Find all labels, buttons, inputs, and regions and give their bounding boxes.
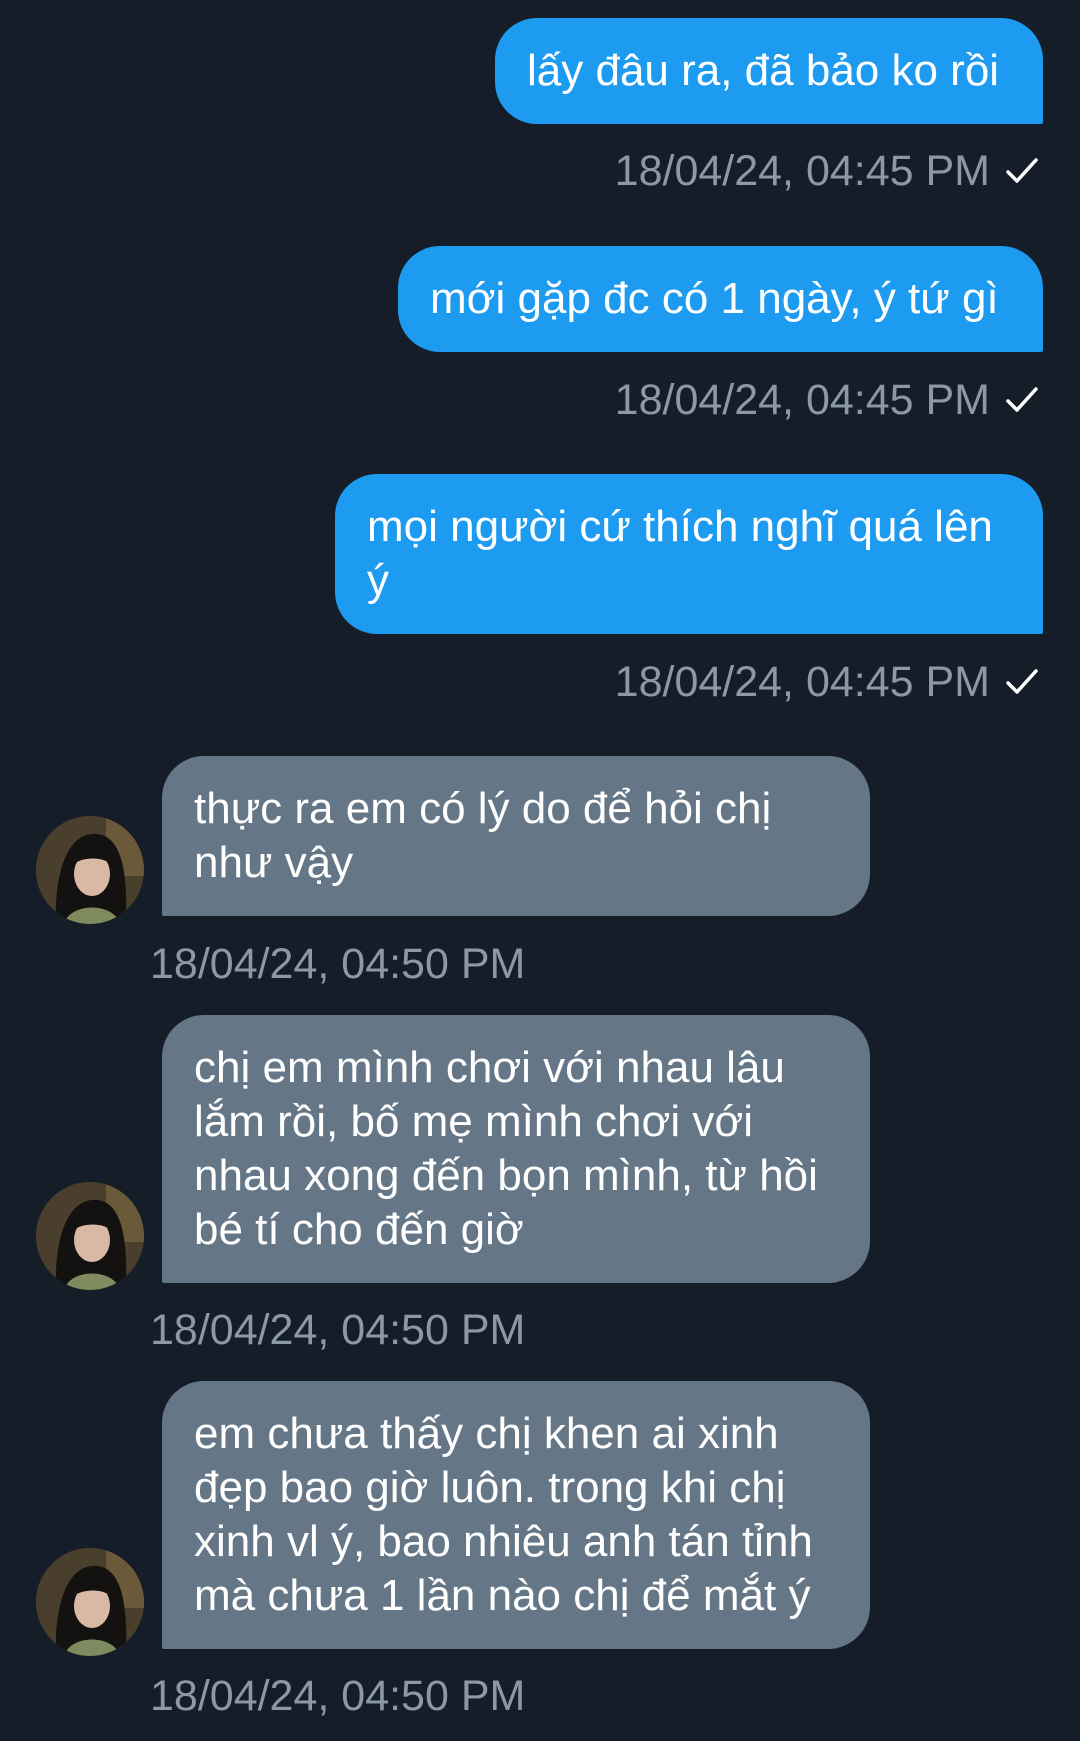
timestamp-text: 18/04/24, 04:45 PM [614,376,990,424]
incoming-message-bubble[interactable]: thực ra em có lý do để hỏi chị như vậy [162,756,870,916]
avatar[interactable] [36,1182,144,1290]
message-timestamp: 18/04/24, 04:50 PM [150,1671,525,1721]
timestamp-text: 18/04/24, 04:50 PM [150,1672,526,1720]
avatar[interactable] [36,816,144,924]
timestamp-text: 18/04/24, 04:50 PM [150,940,526,988]
check-icon [1006,387,1038,412]
message-timestamp: 18/04/24, 04:45 PM [615,375,1040,425]
timestamp-text: 18/04/24, 04:50 PM [150,1306,526,1354]
avatar[interactable] [36,1548,144,1656]
outgoing-message-bubble[interactable]: lấy đâu ra, đã bảo ko rồi [495,18,1043,124]
avatar-image [36,816,144,924]
message-timestamp: 18/04/24, 04:50 PM [150,1305,525,1355]
check-icon [1006,669,1038,694]
incoming-message-bubble[interactable]: em chưa thấy chị khen ai xinh đẹp bao gi… [162,1381,870,1649]
message-timestamp: 18/04/24, 04:50 PM [150,939,525,989]
message-timestamp: 18/04/24, 04:45 PM [615,657,1040,707]
check-icon [1006,158,1038,183]
timestamp-text: 18/04/24, 04:45 PM [614,147,990,195]
incoming-message-bubble[interactable]: chị em mình chơi với nhau lâu lắm rồi, b… [162,1015,870,1283]
timestamp-text: 18/04/24, 04:45 PM [614,658,990,706]
outgoing-message-bubble[interactable]: mới gặp đc có 1 ngày, ý tứ gì [398,246,1043,352]
avatar-image [36,1182,144,1290]
message-timestamp: 18/04/24, 04:45 PM [615,146,1040,196]
avatar-image [36,1548,144,1656]
outgoing-message-bubble[interactable]: mọi người cứ thích nghĩ quá lên ý [335,474,1043,634]
